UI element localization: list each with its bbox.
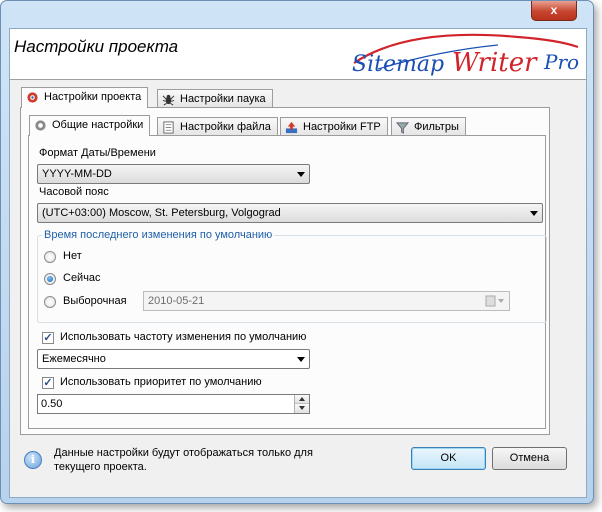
sitemap-writer-pro-logo: Sitemap Writer Pro [352, 33, 579, 77]
use-priority-label: Использовать приоритет по умолчанию [60, 376, 262, 388]
timezone-select[interactable]: (UTC+03:00) Moscow, St. Petersburg, Volg… [37, 203, 543, 223]
radio-none-label: Нет [63, 250, 82, 262]
logo-text-pro: Pro [543, 50, 579, 74]
radio-custom-label: Выборочная [63, 295, 127, 307]
dialog-window: x Настройки проекта Sitemap Writer Pro Н… [0, 0, 594, 504]
tab-label: Настройки файла [180, 121, 271, 133]
info-icon: i [24, 451, 42, 469]
tab-label: Настройки паука [180, 93, 266, 105]
changefreq-value: Ежемесячно [42, 353, 106, 365]
cancel-button[interactable]: Отмена [492, 447, 567, 470]
gear-icon [27, 92, 38, 103]
chevron-down-icon [297, 357, 305, 362]
tab-label: Настройки FTP [303, 121, 381, 133]
upload-icon [285, 121, 298, 134]
timezone-label: Часовой пояс [39, 186, 109, 198]
close-button[interactable]: x [531, 1, 577, 21]
filter-icon [396, 122, 409, 134]
lastmod-group-title: Время последнего изменения по умолчанию [42, 229, 275, 241]
file-icon [163, 121, 174, 134]
use-priority-checkbox[interactable]: ✓ [42, 377, 54, 389]
tab-label: Настройки проекта [44, 91, 142, 103]
date-format-label: Формат Даты/Времени [39, 147, 156, 159]
tab-filters[interactable]: Фильтры [391, 117, 466, 136]
tab-project-settings[interactable]: Настройки проекта [21, 87, 149, 108]
calendar-icon [485, 295, 504, 307]
info-text-line2: текущего проекта. [54, 461, 147, 473]
custom-date-picker: 2010-05-21 [143, 291, 510, 311]
use-changefreq-label: Использовать частоту изменения по умолча… [60, 331, 307, 343]
stepper-down-button[interactable] [295, 404, 309, 413]
tab-file-settings[interactable]: Настройки файла [157, 117, 278, 136]
radio-custom[interactable] [44, 296, 56, 308]
changefreq-select[interactable]: Ежемесячно [37, 349, 310, 369]
radio-none[interactable] [44, 251, 56, 263]
gear-icon [35, 120, 46, 131]
chevron-down-icon [297, 172, 305, 177]
stepper-up-button[interactable] [295, 395, 309, 404]
radio-now[interactable] [44, 273, 56, 285]
use-changefreq-checkbox[interactable]: ✓ [42, 332, 54, 344]
tab-label: Общие настройки [52, 119, 144, 131]
priority-stepper[interactable]: 0.50 [37, 394, 310, 414]
dialog-header: Настройки проекта Sitemap Writer Pro [10, 29, 586, 80]
page-title: Настройки проекта [14, 37, 179, 56]
date-format-select[interactable]: YYYY-MM-DD [37, 164, 310, 184]
radio-now-label: Сейчас [63, 272, 101, 284]
dialog-client: Настройки проекта Sitemap Writer Pro Нас… [9, 28, 587, 498]
spider-icon [162, 94, 175, 106]
timezone-value: (UTC+03:00) Moscow, St. Petersburg, Volg… [42, 207, 281, 219]
date-format-value: YYYY-MM-DD [42, 168, 112, 180]
chevron-down-icon [299, 406, 305, 410]
custom-date-value: 2010-05-21 [148, 295, 205, 307]
ok-button[interactable]: OK [411, 447, 486, 470]
tab-label: Фильтры [414, 121, 459, 133]
logo-text-sitemap: Sitemap [352, 52, 444, 77]
tab-ftp-settings[interactable]: Настройки FTP [280, 117, 388, 136]
chevron-down-icon [530, 211, 538, 216]
info-text-line1: Данные настройки будут отображаться толь… [54, 447, 313, 459]
tab-spider-settings[interactable]: Настройки паука [157, 89, 273, 108]
tab-general-settings[interactable]: Общие настройки [29, 115, 151, 136]
priority-value: 0.50 [41, 398, 63, 410]
logo-text-writer: Writer [452, 48, 538, 77]
chevron-up-icon [299, 397, 305, 401]
